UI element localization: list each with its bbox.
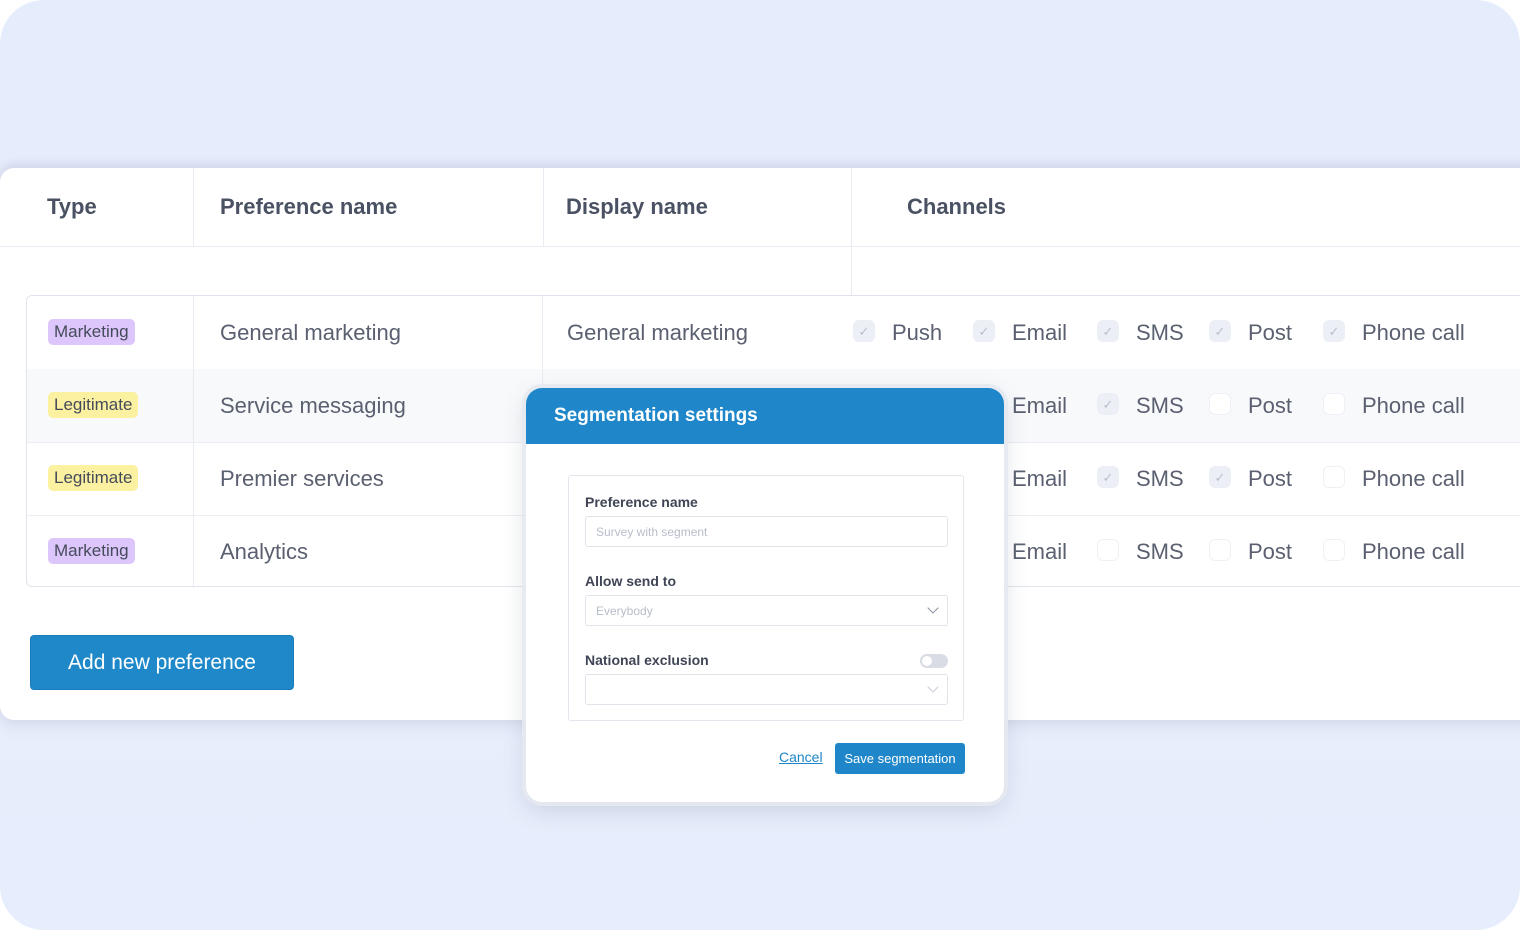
preference-name: Premier services	[220, 465, 384, 491]
preference-name-placeholder: Survey with segment	[596, 524, 708, 539]
divider	[193, 369, 194, 442]
channel-checkbox-sms[interactable]: ✓	[1097, 393, 1119, 415]
channel-checkbox-phone-call[interactable]	[1323, 539, 1345, 561]
preference-name-input[interactable]: Survey with segment	[585, 516, 948, 547]
channel-label: Post	[1248, 465, 1293, 491]
divider	[543, 168, 544, 246]
header-preference-name: Preference name	[220, 194, 398, 219]
type-badge: Legitimate	[48, 465, 139, 491]
divider	[851, 168, 852, 295]
channel-checkbox-sms[interactable]: ✓	[1097, 320, 1119, 342]
channel-label: Phone call	[1362, 465, 1465, 491]
preference-name: Analytics	[220, 538, 309, 564]
allow-send-to-value: Everybody	[596, 603, 653, 618]
type-badge: Marketing	[48, 538, 135, 564]
channel-checkbox-post[interactable]	[1209, 539, 1231, 561]
chevron-down-icon	[927, 681, 939, 693]
channel-checkbox-push[interactable]: ✓	[853, 320, 875, 342]
channel-label: SMS	[1136, 319, 1184, 345]
segmentation-form: Preference name Survey with segment Allo…	[568, 475, 964, 721]
table-header: Type Preference name Display name Channe…	[0, 168, 1520, 247]
allow-send-to-select[interactable]: Everybody	[585, 595, 948, 626]
table-row[interactable]: Marketing General marketing General market…	[27, 296, 1520, 370]
add-new-preference-button[interactable]: Add new preference	[30, 635, 294, 690]
channel-checkbox-sms[interactable]: ✓	[1097, 466, 1119, 488]
save-segmentation-button[interactable]: Save segmentation	[835, 743, 965, 774]
channel-checkbox-phone-call[interactable]	[1323, 393, 1345, 415]
type-badge: Marketing	[48, 319, 135, 345]
channel-label: SMS	[1136, 538, 1184, 564]
preference-name: General marketing	[220, 319, 401, 345]
divider	[542, 296, 543, 369]
segmentation-settings-modal: Segmentation settings Preference name Su…	[526, 388, 1004, 802]
channel-checkbox-email[interactable]: ✓	[973, 320, 995, 342]
channel-label: SMS	[1136, 465, 1184, 491]
channel-label: Email	[1012, 465, 1068, 491]
display-name: General marketing	[567, 319, 748, 345]
type-badge: Legitimate	[48, 392, 139, 418]
header-channels: Channels	[907, 194, 1007, 219]
national-exclusion-label: National exclusion	[585, 652, 709, 668]
channel-label: Email	[1012, 392, 1068, 418]
modal-title: Segmentation settings	[526, 388, 1004, 444]
header-display-name: Display name	[566, 194, 708, 219]
channel-checkbox-phone-call[interactable]: ✓	[1323, 320, 1345, 342]
chevron-down-icon	[927, 602, 939, 614]
preference-name: Service messaging	[220, 392, 406, 418]
channel-label: Post	[1248, 319, 1293, 345]
channel-label: Email	[1012, 319, 1068, 345]
channel-label: Post	[1248, 392, 1293, 418]
national-exclusion-select[interactable]	[585, 674, 948, 705]
channel-label: Phone call	[1362, 538, 1465, 564]
divider	[193, 442, 194, 515]
channel-checkbox-post[interactable]	[1209, 393, 1231, 415]
channel-label: SMS	[1136, 392, 1184, 418]
channel-label: Email	[1012, 538, 1068, 564]
channel-checkbox-post[interactable]: ✓	[1209, 466, 1231, 488]
header-type: Type	[47, 194, 97, 219]
channel-checkbox-sms[interactable]	[1097, 539, 1119, 561]
channel-checkbox-phone-call[interactable]	[1323, 466, 1345, 488]
channel-label: Post	[1248, 538, 1293, 564]
channel-label: Push	[892, 319, 943, 345]
divider	[193, 515, 194, 588]
divider	[193, 296, 194, 369]
allow-send-to-label: Allow send to	[585, 573, 676, 589]
cancel-link[interactable]: Cancel	[779, 749, 823, 765]
preference-name-label: Preference name	[585, 494, 698, 510]
channel-checkbox-post[interactable]: ✓	[1209, 320, 1231, 342]
national-exclusion-toggle[interactable]	[920, 654, 948, 668]
channel-label: Phone call	[1362, 319, 1465, 345]
divider	[193, 168, 194, 246]
channel-label: Phone call	[1362, 392, 1465, 418]
